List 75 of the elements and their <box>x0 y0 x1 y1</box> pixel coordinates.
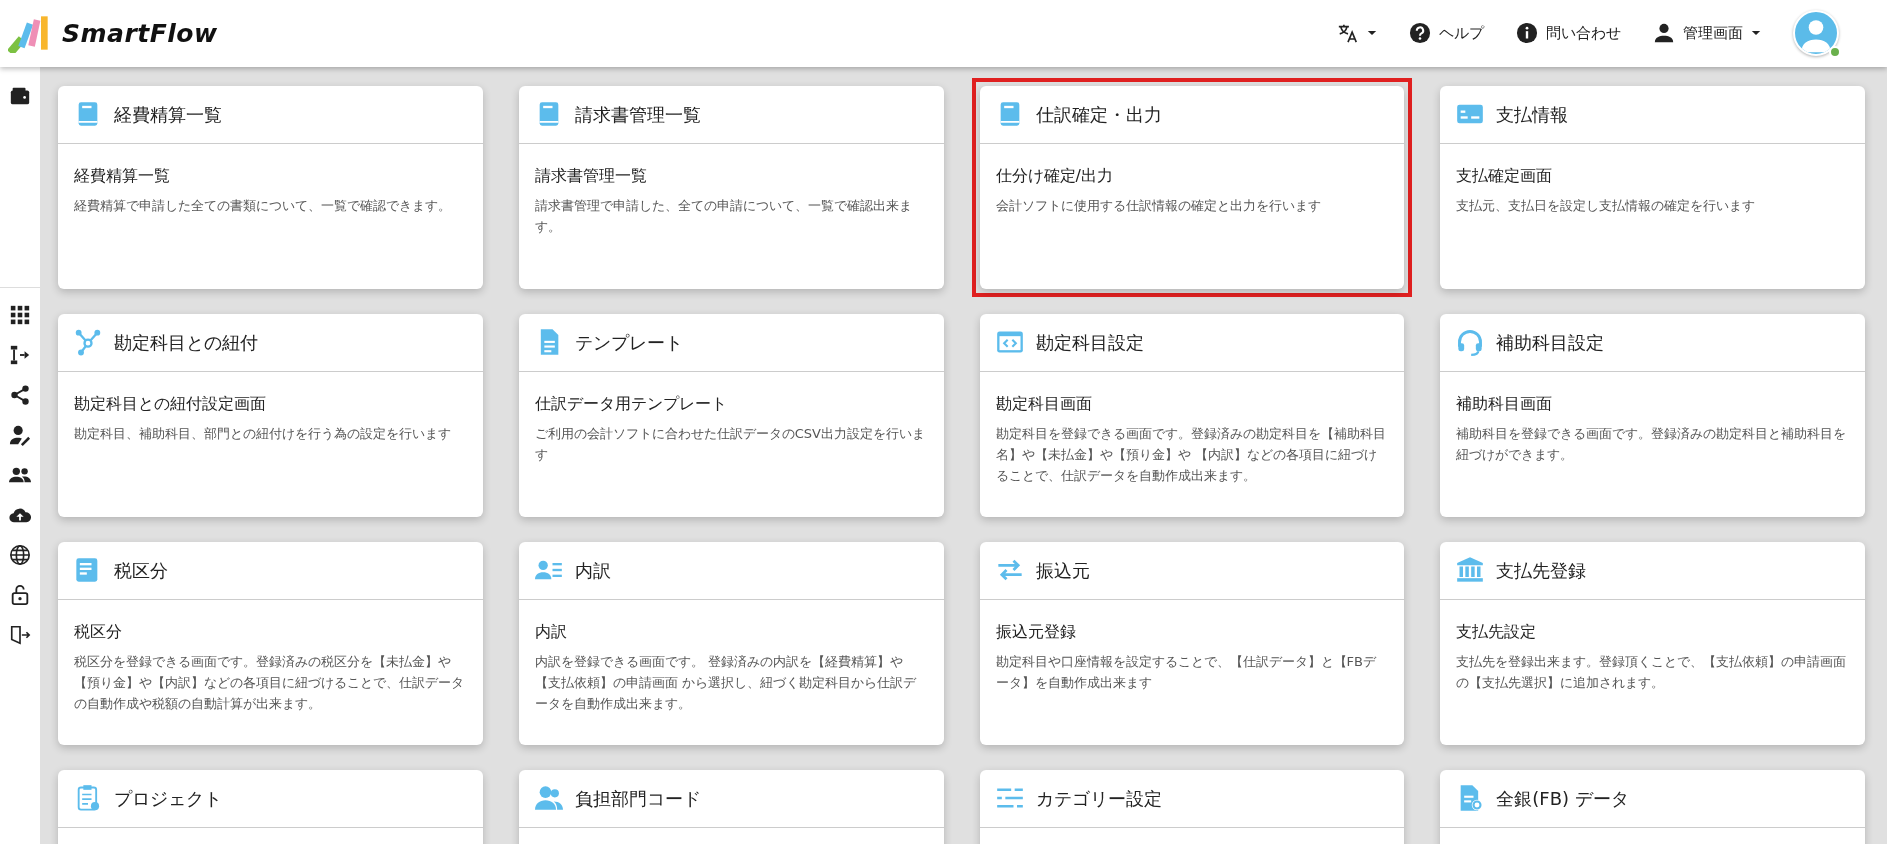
card-title: 仕訳確定・出力 <box>1035 102 1162 127</box>
card-subtitle: 仕訳データ用テンプレート <box>534 392 728 415</box>
contact-menu-button[interactable]: 問い合わせ <box>1500 22 1637 45</box>
card-title: カテゴリー設定 <box>1035 786 1162 811</box>
card-subtitle: 経費精算一覧 <box>74 164 171 187</box>
grid-icon[interactable] <box>9 303 31 326</box>
lock-icon[interactable] <box>9 583 31 606</box>
card-subtitle: 仕分け確定/出力 <box>995 164 1114 187</box>
card-description: 経費精算で申請した全ての書類について、一覧で確認できます。 <box>74 196 452 215</box>
card-description: 勘定科目を登録できる画面です。登録済みの勘定科目を【補助科目名】や【未払金】や【預り金】や 【内訳】などの各項目に紐づけることで、仕訳データを自動作成出来ます。 <box>995 424 1387 485</box>
card-title: 勘定科目との紐付 <box>114 330 258 355</box>
card-description: 内訳を登録できる画面です。 登録済みの内訳を【経費精算】や【支払依頼】の申請画面 から選択し、紐づく勘定科目から仕訳データを自動作成出来ます。 <box>534 652 918 713</box>
card-title: テンプレート <box>574 330 683 355</box>
menu-card[interactable]: 勘定科目設定 勘定科目画面 勘定科目を登録できる画面です。登録済みの勘定科目を【補助科目名】や【未払金】や【預り金】や 【内訳】などの各項目に紐づけることで、仕訳データを自動作成出来ます。 <box>979 313 1405 517</box>
card-subtitle: 補助科目画面 <box>1456 392 1554 415</box>
card-subtitle: 勘定科目画面 <box>995 392 1093 415</box>
card-subtitle: 内訳 <box>534 620 568 643</box>
logo-text: SmartFlow <box>62 17 218 50</box>
card-title: 勘定科目設定 <box>1035 330 1144 355</box>
card-title: 支払先登録 <box>1496 558 1587 583</box>
translate-icon <box>1337 22 1359 45</box>
menu-card[interactable]: 振込元 振込元登録 勘定科目や口座情報を設定することで、【仕訳データ】と【FBデータ】を自動作成出来ます <box>979 541 1405 745</box>
card-subtitle: 勘定科目との紐付設定画面 <box>74 392 267 415</box>
card-title: 請求書管理一覧 <box>574 102 701 127</box>
menu-card[interactable]: 経費精算一覧 経費精算一覧 経費精算で申請した全ての書類について、一覧で確認できます。 <box>58 85 483 289</box>
menu-card[interactable]: 支払先登録 支払先設定 支払先を登録出来ます。登録頂くことで、【支払依頼】の申請画面の【支払先選択】に追加されます。 <box>1440 541 1865 745</box>
card-title: 支払情報 <box>1496 102 1569 127</box>
card-title: 補助科目設定 <box>1496 330 1605 355</box>
card-title: 税区分 <box>114 558 168 583</box>
bank-icon <box>1456 556 1485 585</box>
person-icon <box>1653 22 1675 45</box>
admin-menu-button[interactable]: 管理画面 <box>1637 22 1777 45</box>
menu-card[interactable]: プロジェクト <box>58 769 483 844</box>
card-subtitle: 振込元登録 <box>995 620 1077 643</box>
card-description: 支払元、支払日を設定し支払情報の確定を行います <box>1456 196 1757 215</box>
help-icon <box>1409 22 1431 45</box>
menu-card[interactable]: 内訳 内訳 内訳を登録できる画面です。 登録済みの内訳を【経費精算】や【支払依頼】の申請画面 から選択し、紐づく勘定科目から仕訳データを自動作成出来ます。 <box>518 541 944 745</box>
help-menu-button[interactable]: ヘルプ <box>1393 22 1500 45</box>
card-title: 経費精算一覧 <box>114 102 222 127</box>
share-icon[interactable] <box>9 383 31 406</box>
card-subtitle: 支払確定画面 <box>1456 164 1554 187</box>
card-title: 全銀(FB) データ <box>1496 786 1629 811</box>
headset-icon <box>1456 328 1485 357</box>
menu-card[interactable]: テンプレート 仕訳データ用テンプレート ご利用の会計ソフトに合わせた仕訳データのCSV出力設定を行います <box>518 313 944 517</box>
card-description: 会計ソフトに使用する仕訳情報の確定と出力を行います <box>995 196 1322 215</box>
card-subtitle: 請求書管理一覧 <box>534 164 648 187</box>
card-subtitle: 税区分 <box>74 620 123 643</box>
logout-icon[interactable] <box>9 623 31 646</box>
flow-icon[interactable] <box>9 343 31 366</box>
menu-card[interactable]: 仕訳確定・出力 仕分け確定/出力 会計ソフトに使用する仕訳情報の確定と出力を行います <box>979 85 1405 289</box>
menu-card[interactable]: 支払情報 支払確定画面 支払元、支払日を設定し支払情報の確定を行います <box>1440 85 1865 289</box>
menu-card[interactable]: 補助科目設定 補助科目画面 補助科目を登録できる画面です。登録済みの勘定科目と補助科目を紐づけができます。 <box>1440 313 1865 517</box>
menu-card[interactable]: 税区分 税区分 税区分を登録できる画面です。登録済みの税区分を【未払金】や【預り金】や【内訳】などの各項目に紐づけることで、仕訳データの自動作成や税額の自動計算が出来ます。 <box>58 541 483 745</box>
card-subtitle: 支払先設定 <box>1456 620 1538 643</box>
info-icon <box>1516 22 1538 45</box>
card-description: 勘定科目や口座情報を設定することで、【仕訳データ】と【FBデータ】を自動作成出来ます <box>995 652 1378 692</box>
card-description: 支払先を登録出来ます。登録頂くことで、【支払依頼】の申請画面の【支払先選択】に追加されます。 <box>1456 652 1848 692</box>
people-icon <box>534 784 563 813</box>
menu-card[interactable]: 全銀(FB) データ <box>1440 769 1865 844</box>
card-description: ご利用の会計ソフトに合わせた仕訳データのCSV出力設定を行います <box>534 424 926 464</box>
card-description: 補助科目を登録できる画面です。登録済みの勘定科目と補助科目を紐づけができます。 <box>1456 424 1848 464</box>
card-title: プロジェクト <box>114 786 222 811</box>
card-description: 請求書管理で申請した、全ての申請について、一覧で確認出来ます。 <box>534 196 913 236</box>
card-description: 税区分を登録できる画面です。登録済みの税区分を【未払金】や【預り金】や【内訳】などの各項目に紐づけることで、仕訳データの自動作成や税額の自動計算が出来ます。 <box>74 652 465 713</box>
globe-icon[interactable] <box>9 543 31 566</box>
card-description: 勘定科目、補助科目、部門との紐付けを行う為の設定を行います <box>74 424 452 443</box>
menu-card[interactable]: 負担部門コード <box>518 769 944 844</box>
menu-card[interactable]: 勘定科目との紐付 勘定科目との紐付設定画面 勘定科目、補助科目、部門との紐付けを行う為の設定を行います <box>58 313 483 517</box>
menu-card[interactable]: 請求書管理一覧 請求書管理一覧 請求書管理で申請した、全ての申請について、一覧で確認出来ます。 <box>518 85 944 289</box>
hub-icon <box>74 328 102 357</box>
card-title: 負担部門コード <box>574 786 701 811</box>
menu-card[interactable]: カテゴリー設定 <box>979 769 1405 844</box>
card-title: 内訳 <box>574 558 611 583</box>
user-edit-icon[interactable] <box>9 423 31 446</box>
card-title: 振込元 <box>1035 558 1090 583</box>
